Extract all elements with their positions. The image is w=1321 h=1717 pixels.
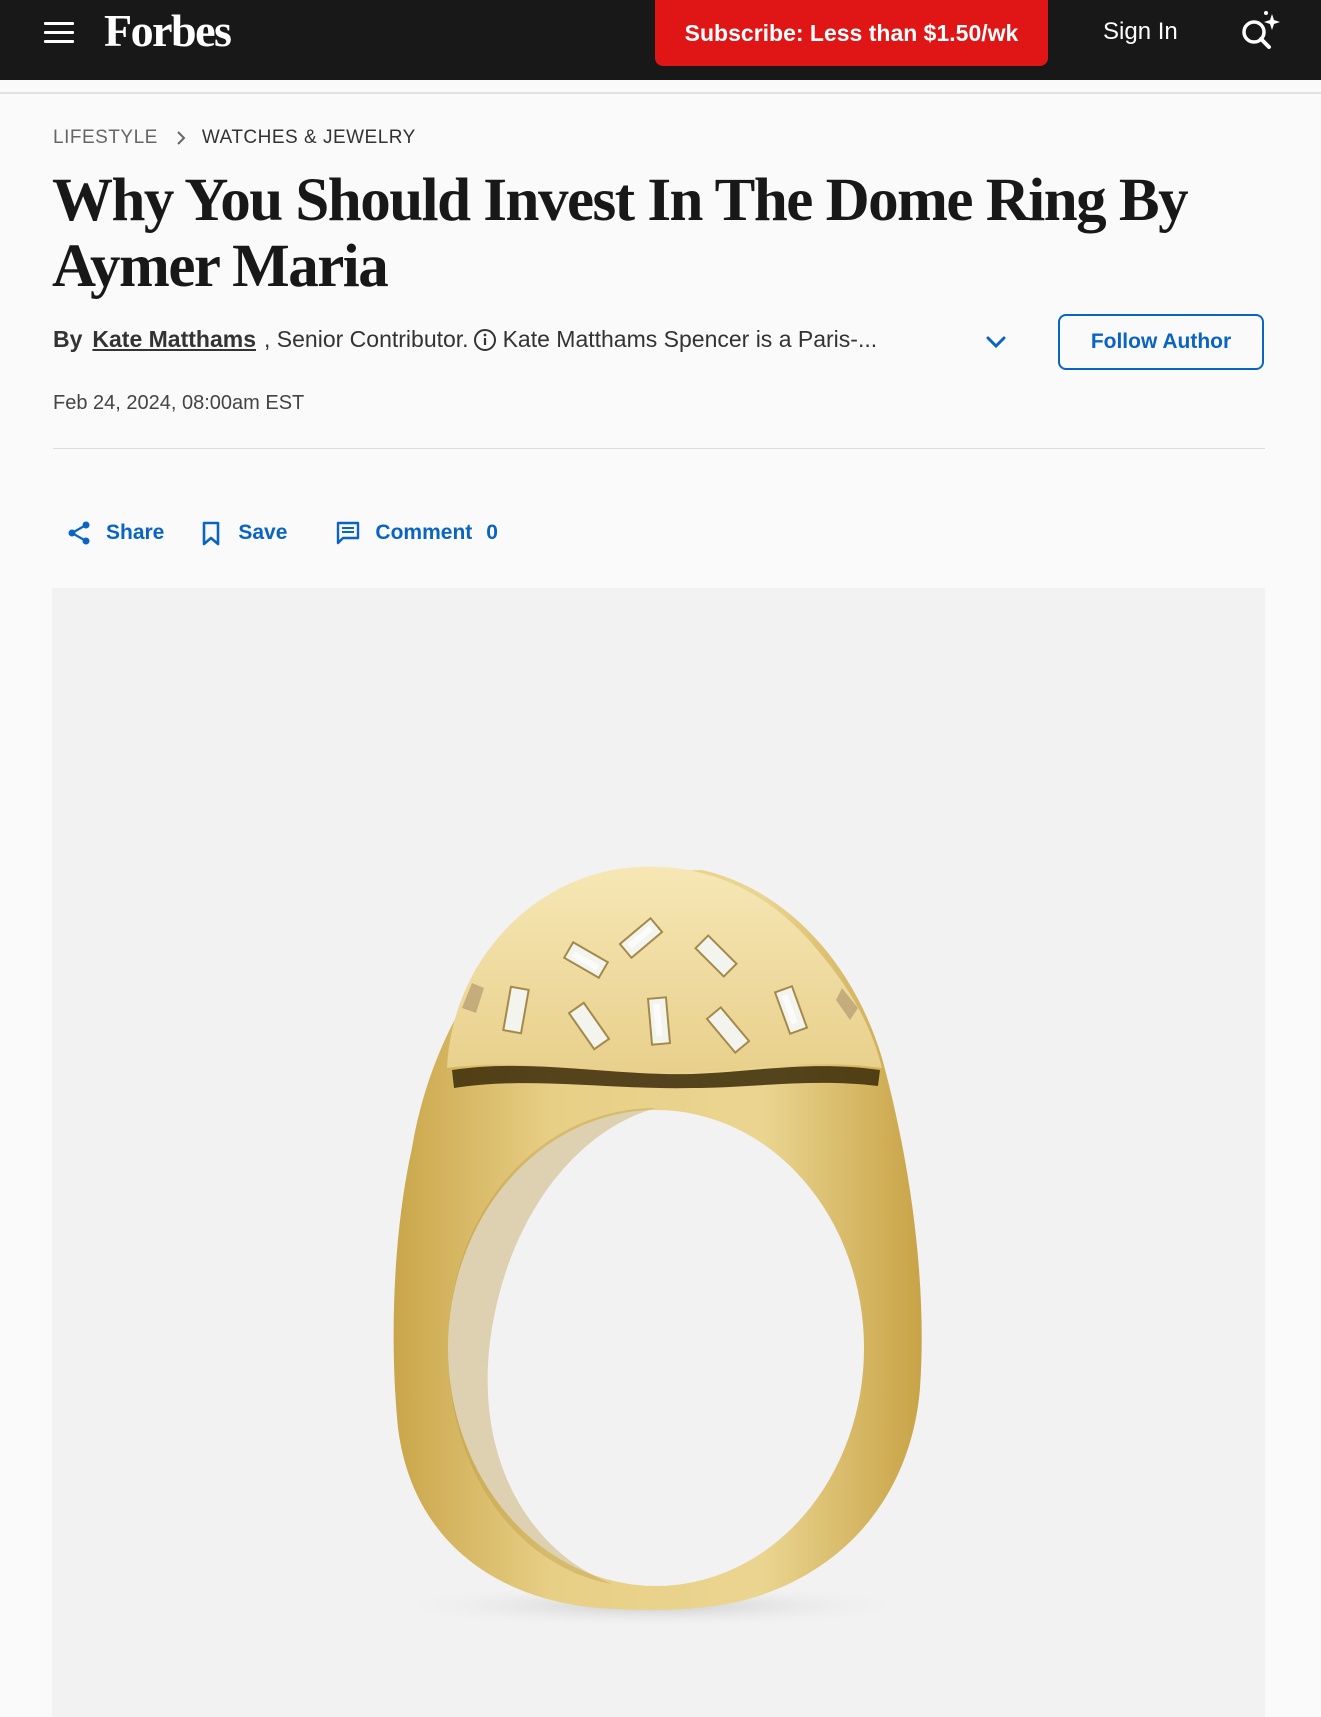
forbes-logo[interactable]: Forbes bbox=[104, 4, 232, 57]
dome-ring-image bbox=[382, 866, 922, 1628]
sign-in-link[interactable]: Sign In bbox=[1103, 18, 1178, 46]
share-label: Share bbox=[106, 521, 165, 544]
chevron-right-icon bbox=[177, 131, 186, 145]
author-link[interactable]: Kate Matthams bbox=[92, 326, 256, 353]
breadcrumb-watches-jewelry[interactable]: WATCHES & JEWELRY bbox=[202, 127, 416, 149]
article-hero-image[interactable] bbox=[52, 588, 1265, 1717]
save-label: Save bbox=[238, 521, 288, 544]
share-icon bbox=[68, 521, 90, 545]
bookmark-icon bbox=[203, 521, 220, 546]
save-button[interactable]: Save bbox=[198, 520, 287, 546]
top-nav-bar: Forbes Subscribe: Less than $1.50/wk Sig… bbox=[0, 0, 1321, 80]
info-icon[interactable] bbox=[473, 328, 497, 352]
comment-icon bbox=[337, 521, 360, 545]
article-title: Why You Should Invest In The Dome Ring B… bbox=[52, 167, 1189, 300]
search-sparkle-icon[interactable] bbox=[1238, 10, 1286, 50]
byline: By Kate Matthams , Senior Contributor. K… bbox=[53, 326, 877, 353]
comment-label: Comment bbox=[375, 521, 473, 544]
breadcrumb: LIFESTYLE WATCHES & JEWELRY bbox=[53, 127, 416, 149]
menu-icon[interactable] bbox=[44, 22, 74, 46]
breadcrumb-lifestyle[interactable]: LIFESTYLE bbox=[53, 127, 158, 149]
byline-divider bbox=[53, 448, 1265, 449]
nav-divider bbox=[0, 92, 1321, 94]
follow-author-button[interactable]: Follow Author bbox=[1058, 314, 1264, 370]
by-label: By bbox=[53, 326, 83, 352]
article-actions: Share Save Comment 0 bbox=[66, 520, 498, 546]
comment-button[interactable]: Comment 0 bbox=[335, 520, 498, 546]
publish-date: Feb 24, 2024, 08:00am EST bbox=[53, 392, 305, 414]
author-bio: Kate Matthams Spencer is a Paris-... bbox=[502, 326, 878, 352]
author-role: , Senior Contributor. bbox=[264, 326, 469, 352]
share-button[interactable]: Share bbox=[66, 520, 164, 546]
comment-count: 0 bbox=[486, 521, 498, 544]
subscribe-button[interactable]: Subscribe: Less than $1.50/wk bbox=[655, 0, 1048, 66]
chevron-down-icon[interactable] bbox=[982, 328, 1010, 356]
